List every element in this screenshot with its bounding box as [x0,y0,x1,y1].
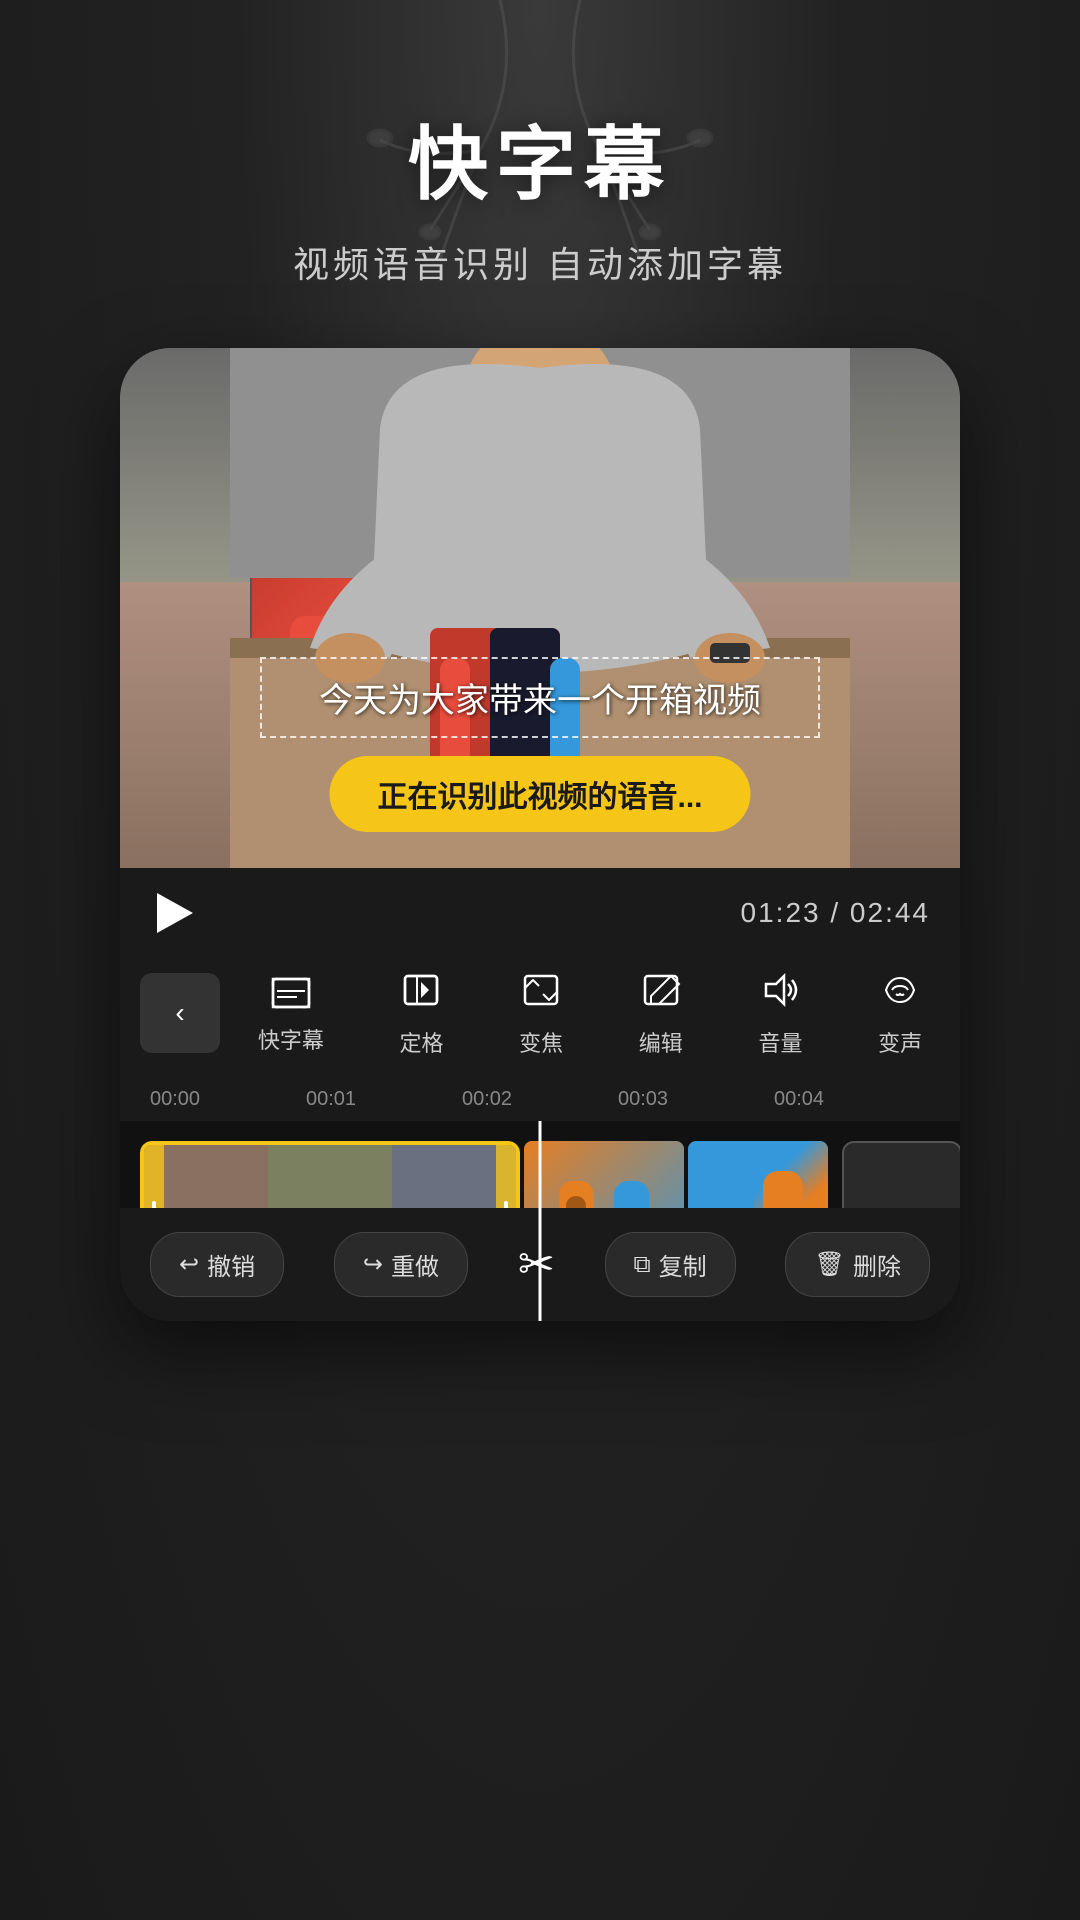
ruler-mark-4: 00:04 [774,1088,930,1111]
redo-label: 重做 [391,1247,439,1282]
subtitle-icon [269,971,313,1015]
toolbar-label-subtitle: 快字幕 [258,1023,324,1055]
title-section: 快字幕 视频语音识别 自动添加字幕 [293,100,787,288]
toolbar-item-subtitle[interactable]: 快字幕 [258,971,324,1055]
delete-button[interactable]: 🗑 删除 [785,1232,929,1297]
voice-icon [878,968,922,1018]
edit-toolbar: ‹ [120,958,960,1078]
delete-label: 删除 [853,1247,901,1282]
redo-icon: ↪ [363,1250,383,1279]
undo-button[interactable]: ↩ 撤销 [150,1232,284,1297]
play-button[interactable] [150,888,200,938]
undo-icon: ↩ [179,1250,199,1279]
toolbar-label-freeze: 定格 [399,1026,443,1058]
player-controls: 01:23 / 02:44 [120,868,960,958]
toolbar-label-voice: 变声 [878,1026,922,1058]
toolbar-item-zoom[interactable]: 变焦 [519,968,563,1058]
volume-icon [758,968,802,1018]
recognition-pill: 正在识别此视频的语音... [329,756,750,832]
video-preview[interactable]: 今天为大家带来一个开箱视频 正在识别此视频的语音... [120,348,960,868]
edit-icon [639,968,683,1018]
copy-label: 复制 [659,1247,707,1282]
phone-mockup: 今天为大家带来一个开箱视频 正在识别此视频的语音... 01:23 / 02:4… [120,348,960,1321]
timeline-playhead [539,1121,542,1321]
timeline-ruler: 00:00 00:01 00:02 00:03 00:04 [120,1078,960,1121]
ruler-mark-1: 00:01 [306,1088,462,1111]
time-display: 01:23 / 02:44 [741,897,930,929]
copy-icon: ⧉ [634,1251,651,1279]
zoom-icon [519,968,563,1018]
toolbar-item-edit[interactable]: 编辑 [639,968,683,1058]
toolbar-label-volume: 音量 [758,1026,802,1058]
toolbar-item-freeze[interactable]: 定格 [399,968,443,1058]
toolbar-item-voice[interactable]: 变声 [878,968,922,1058]
delete-icon: 🗑 [814,1250,844,1279]
freeze-icon [399,968,443,1018]
toolbar-label-edit: 编辑 [639,1026,683,1058]
scissors-icon: ✂ [518,1239,555,1290]
toolbar-items: 快字幕 定格 [220,968,960,1058]
back-arrow-icon: ‹ [175,997,184,1029]
toolbar-item-volume[interactable]: 音量 [758,968,802,1058]
copy-button[interactable]: ⧉ 复制 [605,1232,736,1297]
recognition-status-text: 正在识别此视频的语音... [377,781,702,814]
redo-button[interactable]: ↪ 重做 [334,1232,468,1297]
toolbar-label-zoom: 变焦 [519,1026,563,1058]
video-subtitle-overlay: 今天为大家带来一个开箱视频 [260,657,820,738]
undo-label: 撤销 [207,1247,255,1282]
ruler-mark-2: 00:02 [462,1088,618,1111]
ruler-mark-0: 00:00 [150,1088,306,1111]
cut-button[interactable]: ✂ [518,1239,555,1290]
subtitle: 视频语音识别 自动添加字幕 [293,236,787,288]
toolbar-back-button[interactable]: ‹ [140,973,220,1053]
play-triangle-icon [157,893,193,933]
video-subtitle-text: 今天为大家带来一个开箱视频 [319,682,761,720]
main-title: 快字幕 [293,100,787,216]
ruler-mark-3: 00:03 [618,1088,774,1111]
